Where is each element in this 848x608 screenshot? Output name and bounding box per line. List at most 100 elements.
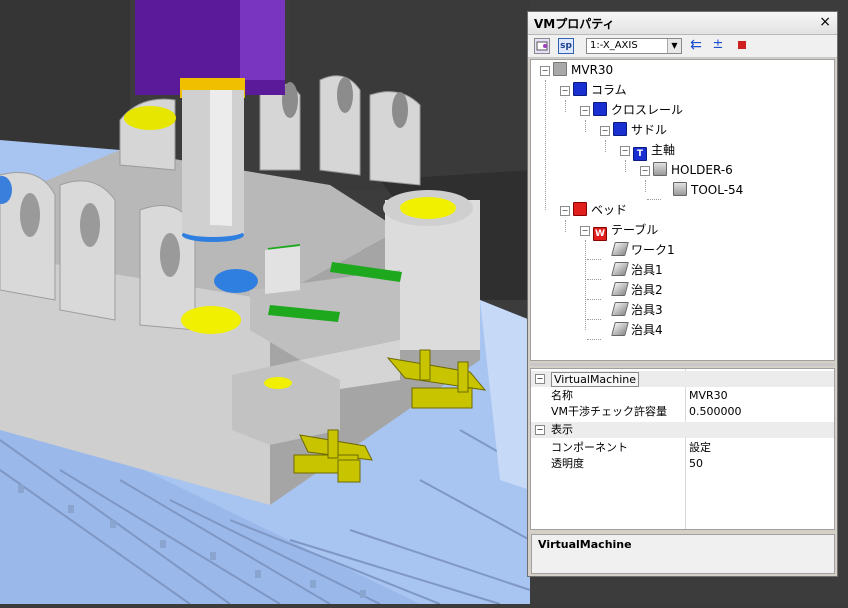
property-value[interactable]: MVR30 bbox=[689, 388, 728, 404]
splitter[interactable] bbox=[530, 363, 835, 366]
tree-line bbox=[565, 220, 566, 232]
tree-line bbox=[587, 259, 601, 260]
expand-toggle-icon[interactable]: − bbox=[560, 206, 570, 216]
holder-icon bbox=[653, 162, 667, 176]
tree-node-label: HOLDER-6 bbox=[671, 163, 733, 177]
tree-line bbox=[587, 279, 601, 280]
tree-line bbox=[587, 299, 601, 300]
tree-node-label: ワーク1 bbox=[631, 243, 675, 257]
tree-node-label: 治具2 bbox=[631, 283, 663, 297]
tool-icon bbox=[673, 182, 687, 196]
tree-node-table[interactable]: W テーブル bbox=[593, 221, 659, 241]
component-icon bbox=[573, 82, 587, 96]
expand-toggle-icon[interactable]: − bbox=[580, 226, 590, 236]
bed-icon bbox=[573, 202, 587, 216]
tree-node-label: MVR30 bbox=[571, 63, 614, 77]
properties-icon[interactable] bbox=[534, 38, 550, 54]
tree-node-column[interactable]: コラム bbox=[573, 81, 627, 99]
tree-node-bed[interactable]: ベッド bbox=[573, 201, 627, 219]
tree-line bbox=[585, 240, 586, 330]
component-icon bbox=[593, 102, 607, 116]
fixture-icon bbox=[611, 282, 629, 296]
description-box: VirtualMachine bbox=[531, 534, 835, 574]
property-value[interactable]: 0.500000 bbox=[689, 404, 742, 420]
panel-toolbar: sp 1:-X_AXIS ▼ ⇇ ± bbox=[528, 35, 837, 58]
table-w-icon: W bbox=[593, 227, 607, 241]
category-virtualmachine[interactable]: − VirtualMachine bbox=[531, 371, 834, 387]
property-key: VM干渉チェック許容量 bbox=[551, 405, 668, 418]
property-row[interactable]: コンポーネント 設定 bbox=[531, 440, 834, 456]
tree-node-crossrail[interactable]: クロスレール bbox=[593, 101, 683, 119]
category-display[interactable]: − 表示 bbox=[531, 422, 834, 438]
property-value[interactable]: 設定 bbox=[689, 440, 711, 456]
property-value[interactable]: 50 bbox=[689, 456, 703, 472]
property-row[interactable]: 透明度 50 bbox=[531, 456, 834, 472]
axis-select[interactable]: 1:-X_AXIS ▼ bbox=[586, 38, 682, 54]
tree-node-fixture3[interactable]: 治具3 bbox=[611, 301, 663, 319]
category-label: 表示 bbox=[551, 423, 573, 436]
tree-node-label: クロスレール bbox=[611, 103, 684, 117]
tree-node-label: ベッド bbox=[591, 203, 628, 217]
move-plus-icon[interactable]: ± bbox=[710, 38, 726, 54]
close-icon[interactable]: × bbox=[819, 14, 831, 30]
tree-line bbox=[587, 339, 601, 340]
property-key: 名称 bbox=[551, 389, 573, 402]
spindle-t-icon: T bbox=[633, 147, 647, 161]
tree-node-fixture4[interactable]: 治具4 bbox=[611, 321, 663, 339]
vm-property-panel: VMプロパティ × sp 1:-X_AXIS ▼ ⇇ ± − − − − − −… bbox=[527, 11, 838, 577]
tree-node-label: 治具4 bbox=[631, 323, 663, 337]
tree-node-fixture2[interactable]: 治具2 bbox=[611, 281, 663, 299]
tree-node-mvr30[interactable]: MVR30 bbox=[553, 61, 613, 79]
collapse-icon[interactable]: − bbox=[535, 374, 545, 384]
tree-node-spindle[interactable]: T 主軸 bbox=[633, 141, 676, 161]
tree-line bbox=[645, 180, 646, 192]
property-key: 透明度 bbox=[551, 457, 584, 470]
fixture-icon bbox=[611, 302, 629, 316]
tree-line bbox=[585, 120, 586, 132]
tree-line bbox=[647, 199, 661, 200]
panel-titlebar: VMプロパティ × bbox=[528, 12, 837, 35]
tree-node-tool[interactable]: TOOL-54 bbox=[673, 181, 743, 199]
tree-node-label: 主軸 bbox=[651, 143, 676, 157]
tree-node-label: 治具3 bbox=[631, 303, 663, 317]
tree-node-label: コラム bbox=[591, 83, 627, 97]
category-label: VirtualMachine bbox=[551, 372, 639, 387]
component-tree[interactable]: − − − − − − − − MVR30 コラム クロスレール サドル T 主軸… bbox=[530, 59, 835, 361]
component-icon bbox=[613, 122, 627, 136]
stop-icon[interactable] bbox=[734, 38, 750, 54]
tree-node-label: 治具1 bbox=[631, 263, 663, 277]
expand-toggle-icon[interactable]: − bbox=[620, 146, 630, 156]
tree-node-work1[interactable]: ワーク1 bbox=[611, 241, 675, 259]
workpiece-icon bbox=[611, 242, 629, 256]
tree-node-saddle[interactable]: サドル bbox=[613, 121, 667, 139]
tree-node-label: TOOL-54 bbox=[691, 183, 744, 197]
axis-select-value: 1:-X_AXIS bbox=[590, 40, 638, 51]
sp-button[interactable]: sp bbox=[558, 38, 574, 54]
fixture-icon bbox=[611, 322, 629, 336]
panel-title: VMプロパティ bbox=[534, 17, 615, 31]
tree-line bbox=[605, 140, 606, 152]
tree-node-holder[interactable]: HOLDER-6 bbox=[653, 161, 733, 179]
tree-line bbox=[545, 80, 546, 210]
collapse-icon[interactable]: − bbox=[535, 425, 545, 435]
expand-toggle-icon[interactable]: − bbox=[600, 126, 610, 136]
machine-icon bbox=[553, 62, 567, 76]
property-row[interactable]: VM干渉チェック許容量 0.500000 bbox=[531, 404, 834, 420]
property-grid[interactable]: − VirtualMachine 名称 MVR30 VM干渉チェック許容量 0.… bbox=[530, 368, 835, 530]
move-minus-icon[interactable]: ⇇ bbox=[688, 38, 704, 54]
fixture-icon bbox=[611, 262, 629, 276]
property-row[interactable]: 名称 MVR30 bbox=[531, 388, 834, 404]
tree-line bbox=[625, 160, 626, 172]
expand-toggle-icon[interactable]: − bbox=[580, 106, 590, 116]
tree-line bbox=[565, 100, 566, 112]
expand-toggle-icon[interactable]: − bbox=[540, 66, 550, 76]
expand-toggle-icon[interactable]: − bbox=[560, 86, 570, 96]
tree-node-fixture1[interactable]: 治具1 bbox=[611, 261, 663, 279]
expand-toggle-icon[interactable]: − bbox=[640, 166, 650, 176]
chevron-down-icon[interactable]: ▼ bbox=[667, 39, 681, 53]
tree-line bbox=[587, 319, 601, 320]
description-title: VirtualMachine bbox=[538, 538, 632, 551]
tree-node-label: テーブル bbox=[611, 223, 659, 237]
property-key: コンポーネント bbox=[551, 441, 628, 454]
tree-node-label: サドル bbox=[631, 123, 668, 137]
